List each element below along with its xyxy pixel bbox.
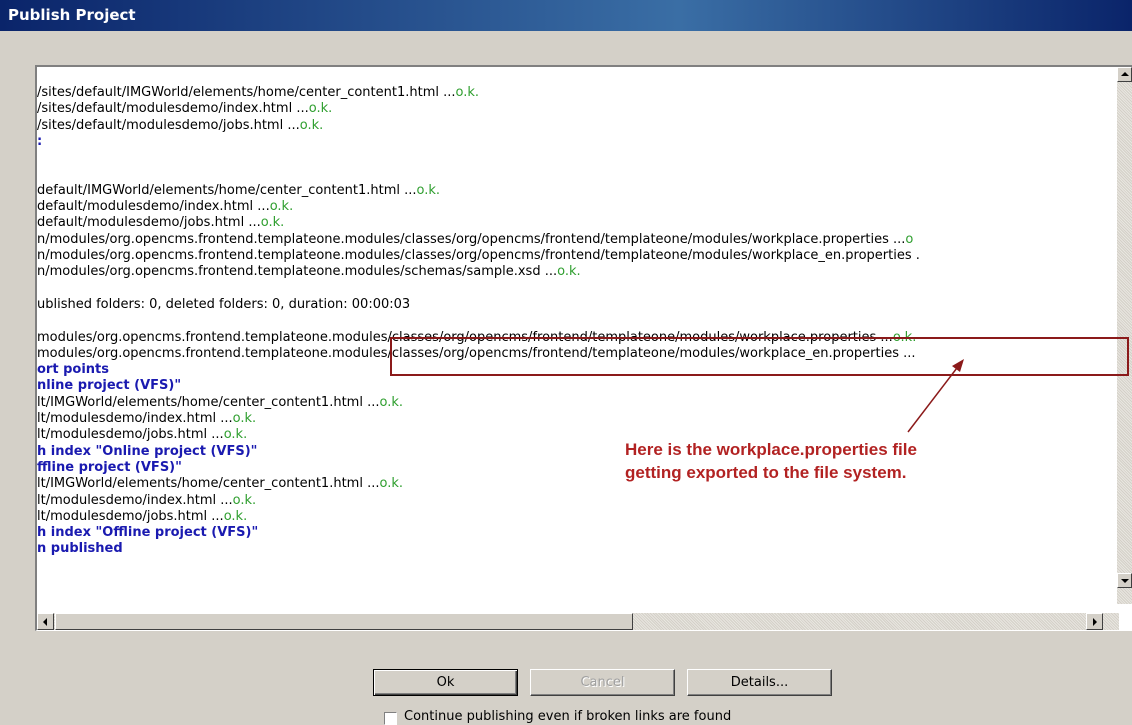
log-line-text: /sites/default/IMGWorld/elements/home/ce… [37, 85, 456, 100]
log-line-text: nline project (VFS)" [37, 378, 182, 394]
scroll-left-button[interactable] [37, 613, 54, 630]
log-line: /sites/default/modulesdemo/jobs.html ...… [37, 118, 323, 134]
scroll-up-button[interactable] [1117, 67, 1132, 82]
log-line-text: default/modulesdemo/jobs.html ... [37, 215, 261, 231]
log-line: lt/modulesdemo/jobs.html ... o.k. [37, 509, 247, 525]
log-line-text: default/IMGWorld/elements/home/center_co… [37, 182, 417, 198]
log-line: n/modules/org.opencms.frontend.templateo… [37, 248, 920, 264]
arrow-down-icon [1121, 579, 1129, 583]
log-line-status: o.k. [379, 476, 404, 492]
log-line-text: n/modules/org.opencms.frontend.templateo… [37, 248, 920, 263]
log-line: h index "Offline project (VFS)" [37, 525, 258, 541]
log-line-status: o.k. [557, 264, 581, 280]
arrow-left-icon [43, 618, 47, 626]
log-line: n published [37, 541, 123, 557]
log-line-status: o.k. [455, 85, 480, 100]
log-line-text: h index "Online project (VFS)" [37, 443, 258, 459]
window-title: Publish Project [8, 6, 136, 24]
log-line-status: o.k. [260, 215, 285, 231]
log-line: lt/modulesdemo/index.html ... o.k. [37, 411, 256, 427]
horizontal-scroll-thumb[interactable] [55, 613, 633, 630]
log-line: lt/IMGWorld/elements/home/center_content… [37, 476, 403, 492]
log-line-text: lt/IMGWorld/elements/home/center_content… [37, 476, 380, 492]
log-line-text: ublished folders: 0, deleted folders: 0,… [37, 296, 411, 312]
log-line: default/modulesdemo/index.html ... o.k. [37, 199, 293, 215]
log-line: lt/modulesdemo/index.html ... o.k. [37, 493, 256, 509]
log-line-text: /sites/default/modulesdemo/index.html ..… [37, 101, 309, 117]
log-line: default/modulesdemo/jobs.html ... o.k. [37, 215, 284, 231]
log-line: lt/IMGWorld/elements/home/center_content… [37, 395, 403, 411]
log-line-status: o.k. [223, 508, 248, 524]
log-line-text: n/modules/org.opencms.frontend.templateo… [37, 264, 558, 280]
arrow-up-icon [1121, 72, 1129, 76]
log-line-text: lt/modulesdemo/jobs.html ... [37, 508, 224, 524]
annotation-line-2: getting exported to the file system. [625, 463, 907, 482]
highlight-box [390, 337, 1129, 376]
vertical-scrollbar[interactable] [1117, 67, 1132, 604]
log-line-text: : [37, 133, 43, 149]
log-line: /sites/default/modulesdemo/index.html ..… [37, 101, 332, 117]
log-line: : [37, 134, 42, 150]
log-line: lt/modulesdemo/jobs.html ... o.k. [37, 427, 247, 443]
scroll-down-button[interactable] [1117, 573, 1132, 588]
continue-publishing-label: Continue publishing even if broken links… [404, 709, 732, 724]
log-line-text: lt/modulesdemo/index.html ... [37, 492, 233, 508]
annotation-line-1: Here is the workplace.properties file [625, 440, 917, 459]
log-line-status: o.k. [223, 427, 248, 443]
log-line-status: o.k. [299, 117, 324, 133]
log-line-status: o.k. [269, 199, 294, 215]
log-line-status: o [905, 231, 914, 247]
log-line-status: o.k. [416, 182, 441, 198]
log-line-text: n/modules/org.opencms.frontend.templateo… [37, 231, 906, 247]
publish-log: /sites/default/IMGWorld/elements/home/ce… [37, 67, 1119, 604]
log-line: ort points [37, 362, 109, 378]
log-line-status: o.k. [232, 492, 257, 508]
log-line-text: lt/IMGWorld/elements/home/center_content… [37, 394, 380, 410]
cancel-button[interactable]: Cancel [530, 669, 675, 696]
log-line-text: h index "Offline project (VFS)" [37, 525, 259, 541]
log-line-status: o.k. [232, 411, 257, 426]
annotation-text: Here is the workplace.properties file ge… [625, 438, 917, 484]
log-line: h index "Online project (VFS)" [37, 444, 257, 460]
log-line: /sites/default/IMGWorld/elements/home/ce… [37, 85, 479, 101]
log-line-text: /sites/default/modulesdemo/jobs.html ... [37, 117, 300, 133]
log-line: default/IMGWorld/elements/home/center_co… [37, 183, 440, 199]
log-line: ffline project (VFS)" [37, 460, 182, 476]
scroll-right-button[interactable] [1086, 613, 1103, 630]
log-line-text: lt/modulesdemo/jobs.html ... [37, 427, 224, 443]
log-line-status: o.k. [379, 394, 404, 410]
log-line: nline project (VFS)" [37, 378, 181, 394]
log-line-text: ffline project (VFS)" [37, 459, 182, 475]
log-line: n/modules/org.opencms.frontend.templateo… [37, 264, 581, 280]
log-line-text: lt/modulesdemo/index.html ... [37, 411, 233, 426]
log-line-status: o.k. [308, 101, 333, 117]
ok-button[interactable]: Ok [373, 669, 518, 696]
continue-publishing-checkbox[interactable] [384, 712, 397, 725]
log-line-text: ort points [37, 362, 109, 378]
details-button[interactable]: Details... [687, 669, 832, 696]
log-line-text: n published [37, 541, 123, 557]
arrow-right-icon [1093, 618, 1097, 626]
log-line: ublished folders: 0, deleted folders: 0,… [37, 297, 410, 313]
horizontal-scrollbar[interactable] [37, 613, 1119, 630]
log-line-text: default/modulesdemo/index.html ... [37, 199, 270, 215]
log-line: n/modules/org.opencms.frontend.templateo… [37, 232, 913, 248]
title-bar[interactable]: Publish Project [0, 0, 1132, 31]
